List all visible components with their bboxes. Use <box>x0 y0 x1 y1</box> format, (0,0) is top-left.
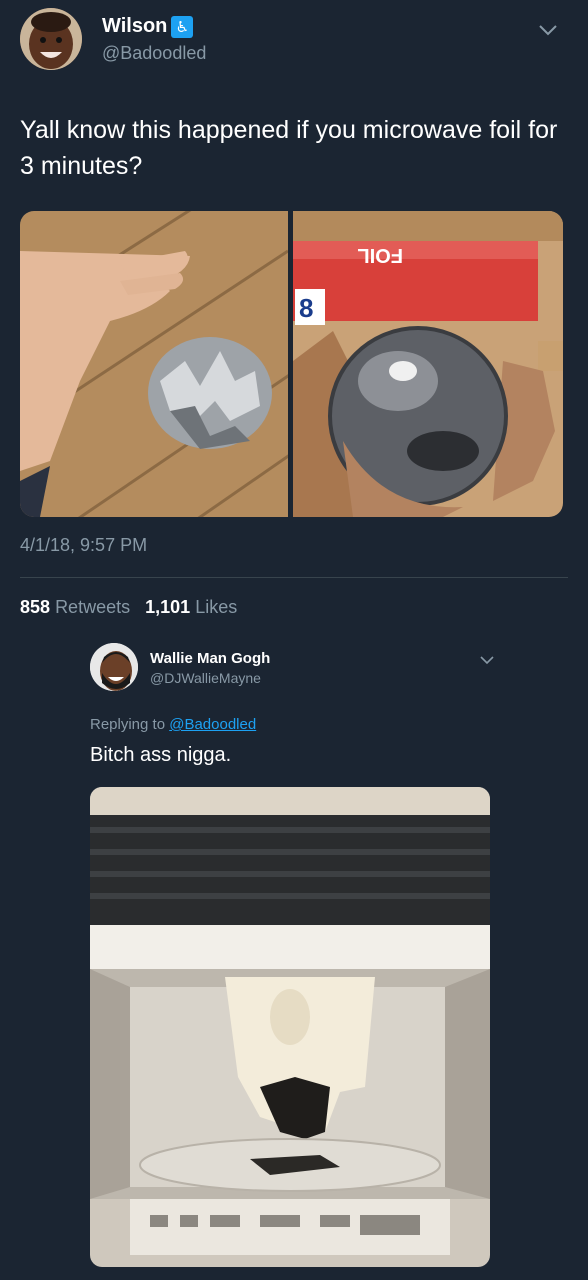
likes-label: Likes <box>195 597 238 617</box>
likes-count: 1,101 <box>145 597 191 617</box>
reply-text: Bitch ass nigga. <box>90 744 232 766</box>
replying-to-link[interactable]: @Badoodled <box>169 716 256 733</box>
reply-chevron-down-icon[interactable] <box>478 652 496 668</box>
display-name[interactable]: Wilson ♿ <box>102 15 194 38</box>
replying-to-prefix: Replying to <box>90 716 166 733</box>
reply-avatar[interactable] <box>90 643 138 691</box>
display-name-text: Wilson <box>102 15 168 37</box>
reply-user-handle[interactable]: @DJWallieMayne <box>150 670 261 686</box>
likes-stat[interactable]: 1,101 Likes <box>145 597 237 617</box>
foil-box-number: 8 <box>299 293 313 323</box>
retweets-label: Retweets <box>55 597 131 617</box>
chevron-down-icon[interactable] <box>536 20 560 40</box>
tweet-image-foil-ball[interactable] <box>20 211 288 517</box>
reply-image-microwave[interactable] <box>90 787 490 1267</box>
divider <box>20 577 568 578</box>
tweet-timestamp[interactable]: 4/1/18, 9:57 PM <box>20 535 147 556</box>
retweets-stat[interactable]: 858 Retweets <box>20 597 130 617</box>
foil-box-label: FOIL <box>357 244 403 266</box>
reply-display-name[interactable]: Wallie Man Gogh <box>150 650 270 667</box>
replying-to: Replying to @Badoodled <box>90 716 256 733</box>
tweet-text: Yall know this happened if you microwave… <box>20 116 558 180</box>
retweets-count: 858 <box>20 597 51 617</box>
user-handle[interactable]: @Badoodled <box>102 43 206 64</box>
tweet-stats: 858 Retweets 1,101 Likes <box>20 597 237 618</box>
wheelchair-icon: ♿ <box>171 15 194 38</box>
avatar[interactable] <box>20 8 82 70</box>
tweet-image-foil-sphere[interactable]: FOIL 8 <box>293 211 563 517</box>
